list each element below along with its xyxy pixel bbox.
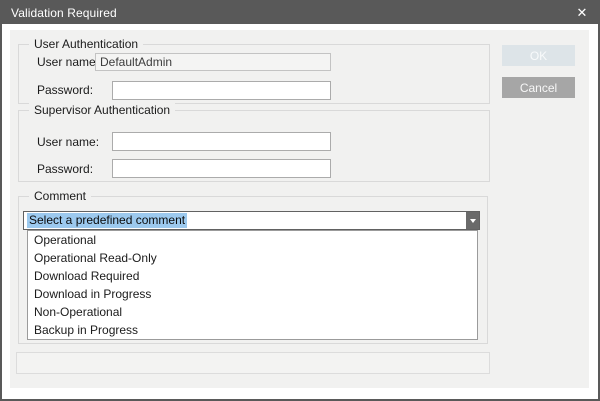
user-authentication-legend: User Authentication [29,37,143,52]
cancel-button[interactable]: Cancel [502,77,575,98]
user-username-field [95,53,331,71]
dropdown-option[interactable]: Download Required [28,267,477,285]
user-username-label: User name: [37,55,99,70]
window-title: Validation Required [2,6,117,20]
validation-dialog: Validation Required ✕ User Authenticatio… [0,0,600,401]
user-authentication-group: User Authentication User name: Password: [18,44,490,104]
supervisor-password-label: Password: [37,162,93,177]
user-password-label: Password: [37,83,93,98]
supervisor-authentication-legend: Supervisor Authentication [29,103,175,118]
supervisor-authentication-group: Supervisor Authentication User name: Pas… [18,110,490,182]
supervisor-username-label: User name: [37,135,99,150]
chevron-down-icon [470,219,476,223]
supervisor-password-field[interactable] [112,159,331,178]
close-icon: ✕ [577,5,588,21]
comment-combobox[interactable]: Select a predefined comment [23,211,480,230]
ok-button[interactable]: OK [502,45,575,66]
close-button[interactable]: ✕ [566,2,598,24]
title-bar: Validation Required ✕ [2,2,598,24]
user-password-field[interactable] [112,81,331,100]
dropdown-option[interactable]: Operational Read-Only [28,249,477,267]
dropdown-option[interactable]: Backup in Progress [28,321,477,339]
dialog-body: User Authentication User name: Password:… [10,30,589,388]
dropdown-option[interactable]: Operational [28,231,477,249]
comment-dropdown-list: Operational Operational Read-Only Downlo… [27,230,478,340]
comment-legend: Comment [29,189,91,204]
combobox-dropdown-button[interactable] [466,212,479,229]
supervisor-username-field[interactable] [112,132,331,151]
dropdown-option[interactable]: Download in Progress [28,285,477,303]
dropdown-option[interactable]: Non-Operational [28,303,477,321]
comment-combobox-selected-text: Select a predefined comment [27,213,187,228]
status-message-box [16,352,490,374]
